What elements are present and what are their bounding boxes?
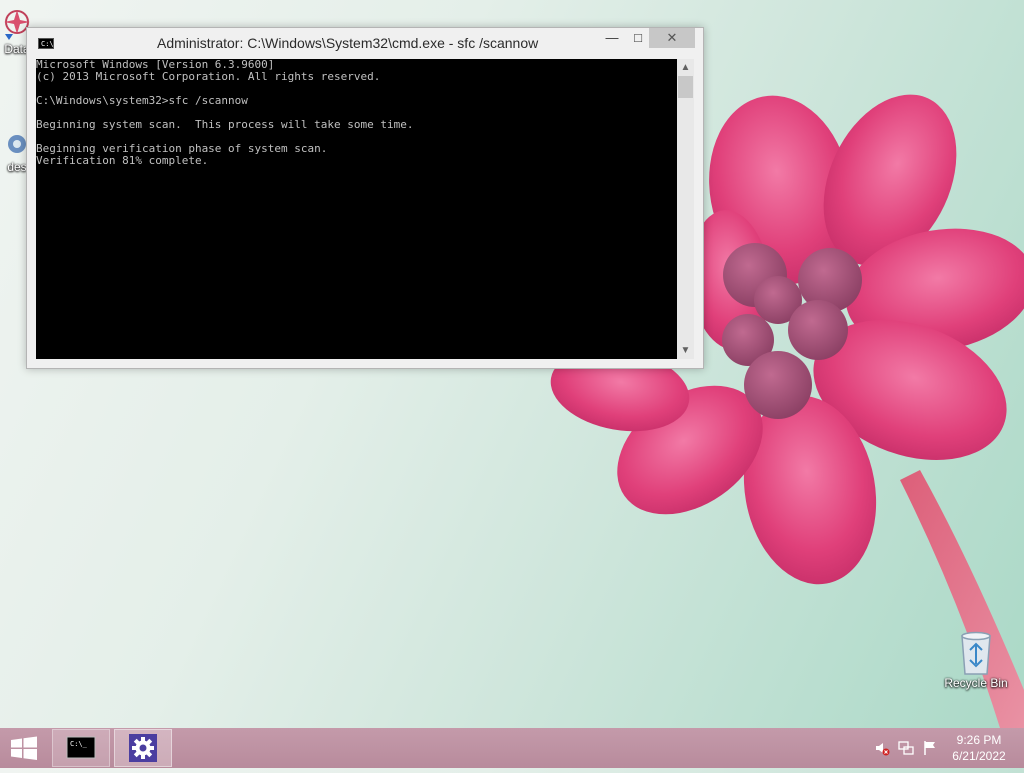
- console-output[interactable]: Microsoft Windows [Version 6.3.9600] (c)…: [36, 59, 677, 359]
- desktop-icon-label: Recycle Bin: [944, 676, 1008, 690]
- action-center-flag-icon[interactable]: [922, 740, 938, 756]
- clock-date: 6/21/2022: [952, 749, 1006, 763]
- start-button[interactable]: [0, 728, 48, 768]
- clock-time: 9:26 PM: [956, 733, 1002, 747]
- gear-icon: [129, 734, 157, 762]
- scroll-up-icon[interactable]: ▲: [677, 59, 694, 76]
- window-titlebar[interactable]: C:\ Administrator: C:\Windows\System32\c…: [27, 28, 703, 59]
- windows-logo-icon: [11, 736, 37, 760]
- recycle-bin-icon: [961, 631, 991, 675]
- console-line: (c) 2013 Microsoft Corporation. All righ…: [36, 70, 381, 83]
- console-line: Verification 81% complete.: [36, 154, 209, 167]
- cmd-taskbar-icon-text: C:\_: [70, 740, 88, 748]
- close-button[interactable]: ✕: [649, 28, 695, 48]
- desktop-icon-recycle-bin[interactable]: Recycle Bin: [940, 630, 1012, 690]
- window-title: Administrator: C:\Windows\System32\cmd.e…: [157, 35, 539, 51]
- scrollbar-thumb[interactable]: [678, 76, 693, 98]
- cmd-window[interactable]: C:\ Administrator: C:\Windows\System32\c…: [26, 27, 704, 369]
- taskbar-item-settings[interactable]: [114, 729, 172, 767]
- taskbar-item-command-prompt[interactable]: C:\_: [52, 729, 110, 767]
- cmd-taskbar-icon: C:\_: [66, 736, 96, 759]
- taskbar: C:\_ 9:26 PM 6/21/2022: [0, 728, 1024, 768]
- console-line: Beginning system scan. This process will…: [36, 118, 414, 131]
- maximize-button[interactable]: □: [625, 28, 651, 48]
- vertical-scrollbar[interactable]: ▲ ▼: [677, 59, 694, 359]
- desktop-icon-label: des: [7, 160, 27, 174]
- console-line: C:\Windows\system32>sfc /scannow: [36, 94, 248, 107]
- speaker-muted-icon[interactable]: [874, 740, 890, 756]
- minimize-button[interactable]: —: [599, 28, 625, 48]
- scroll-down-icon[interactable]: ▼: [677, 342, 694, 359]
- cmd-app-icon[interactable]: C:\: [38, 38, 54, 49]
- clock[interactable]: 9:26 PM 6/21/2022: [944, 732, 1014, 764]
- desktop: Data des Recycle Bin C:\ Administrator: …: [0, 0, 1024, 728]
- network-icon[interactable]: [898, 740, 914, 756]
